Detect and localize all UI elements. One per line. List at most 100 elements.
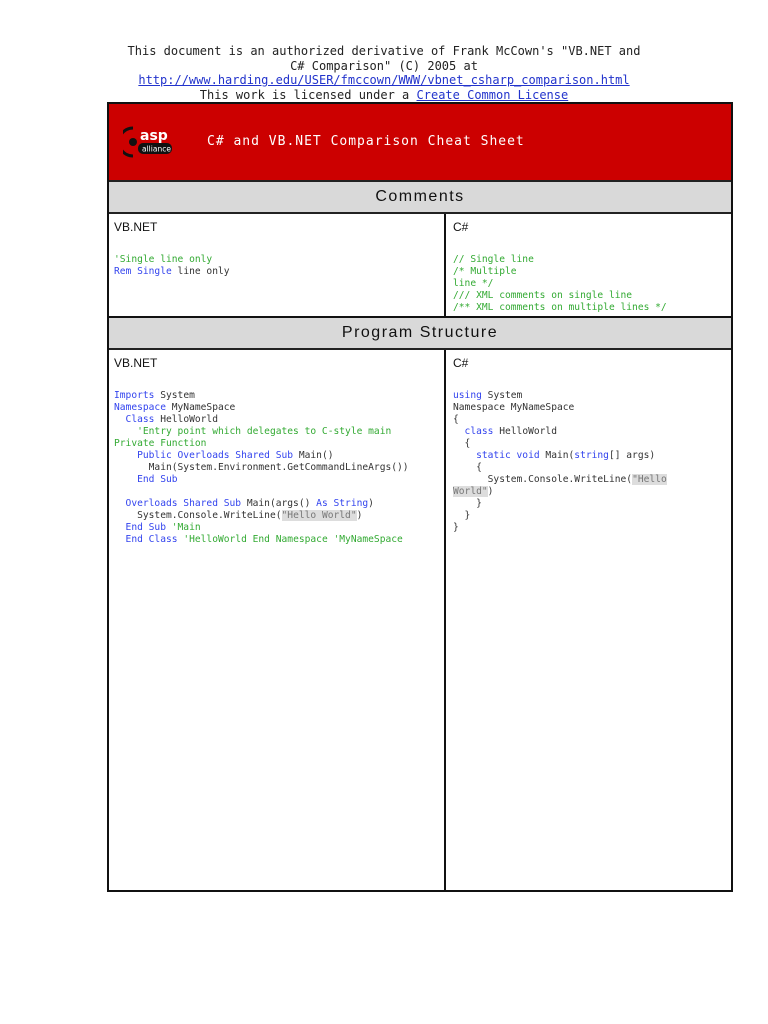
code-token: } (453, 498, 482, 509)
code-token: System (481, 390, 523, 401)
attribution-line-1: This document is an authorized derivativ… (127, 44, 641, 58)
code-line: class HelloWorld (453, 426, 726, 438)
code-line: Namespace MyNameSpace (114, 402, 439, 414)
code-token: ) (356, 510, 363, 521)
code-block: 'Single line only Rem Single line only (114, 254, 439, 278)
language-label: C# (453, 220, 469, 234)
code-line: End Sub 'Main (114, 522, 439, 534)
code-token: Public Overloads Shared Sub (114, 450, 294, 461)
code-token: class (453, 426, 494, 437)
code-line: Public Overloads Shared Sub Main() (114, 450, 439, 462)
language-label: C# (453, 356, 469, 370)
code-token: ) (368, 498, 374, 509)
code-token: 'Single line only (114, 254, 213, 265)
code-token: /* Multiple (453, 266, 517, 277)
code-token: As String (316, 498, 369, 509)
code-token: 'Main (165, 522, 201, 533)
attribution-line-2: C# Comparison" (C) 2005 at (290, 58, 478, 73)
code-line: /** XML comments on multiple lines */ (453, 302, 726, 314)
code-token: "Hello World" (281, 510, 357, 521)
code-line: World") (453, 486, 726, 498)
code-token: // Single line (453, 254, 534, 265)
code-token: End Sub (114, 522, 166, 533)
code-line: Private Function (114, 438, 439, 450)
code-line: Rem Single line only (114, 266, 439, 278)
license-link[interactable]: Create Common License (417, 88, 569, 102)
code-line: line */ (453, 278, 726, 290)
source-link[interactable]: http://www.harding.edu/USER/fmccown/WWW/… (138, 73, 629, 87)
code-line: Namespace MyNameSpace (453, 402, 726, 414)
banner: asp alliance C# and VB.NET Comparison Ch… (109, 104, 731, 182)
code-token: Private Function (114, 438, 207, 449)
code-token: Overloads Shared Sub (114, 498, 242, 509)
code-token: Namespace (114, 402, 166, 413)
code-line: Main(System.Environment.GetCommandLineAr… (114, 462, 439, 474)
code-token: World" (453, 486, 488, 497)
code-token: Main(System.Environment.GetCommandLineAr… (114, 462, 409, 473)
code-token: HelloWorld (154, 414, 218, 425)
code-line: static void Main(string[] args) (453, 450, 726, 462)
code-token: } (453, 522, 459, 533)
comments-csharp-cell: C# // Single line/* Multiple line *//// X… (448, 214, 731, 318)
code-line: System.Console.WriteLine("Hello (453, 474, 726, 486)
code-token: System.Console.WriteLine( (453, 474, 633, 485)
structure-csharp-cell: C# using System Namespace MyNameSpace{ cl… (448, 350, 731, 890)
code-token: Main() (293, 450, 334, 461)
structure-vbnet-cell: VB.NET Imports System Namespace MyNameSpa… (109, 350, 446, 890)
code-token: System.Console.WriteLine( (114, 510, 282, 521)
code-token: static void (453, 450, 540, 461)
code-line: End Sub (114, 474, 439, 486)
code-token: Main( (539, 450, 575, 461)
code-line: } (453, 498, 726, 510)
code-token: HelloWorld (493, 426, 557, 437)
code-token: string (574, 450, 609, 461)
document-attribution: This document is an authorized derivativ… (0, 44, 768, 102)
code-line: /// XML comments on single line (453, 290, 726, 302)
code-line: } (453, 510, 726, 522)
code-block: // Single line/* Multiple line *//// XML … (453, 254, 726, 314)
code-token: "Hello (632, 474, 667, 485)
code-token: line */ (453, 278, 494, 289)
code-line: { (453, 438, 726, 450)
code-token: Namespace MyNameSpace (453, 402, 575, 413)
code-token: using (453, 390, 482, 401)
comments-vbnet-cell: VB.NET 'Single line only Rem Single line … (109, 214, 446, 318)
code-block: Imports System Namespace MyNameSpace Clas… (114, 390, 439, 546)
code-token: { (453, 438, 471, 449)
code-line: // Single line (453, 254, 726, 266)
language-label: VB.NET (114, 356, 158, 370)
code-token: Main(args() (241, 498, 317, 509)
code-token: 'Entry point which delegates to C-style … (114, 426, 392, 437)
code-token: { (453, 462, 482, 473)
code-token: [] args) (608, 450, 656, 461)
code-token: End Class (114, 534, 178, 545)
code-line: 'Single line only (114, 254, 439, 266)
code-token: System (154, 390, 195, 401)
code-token: End Sub (114, 474, 178, 485)
code-token: Imports (114, 390, 155, 401)
code-token: line only (171, 266, 230, 277)
code-token: MyNameSpace (165, 402, 236, 413)
code-token: { (453, 414, 459, 425)
code-line: End Class 'HelloWorld End Namespace 'MyN… (114, 534, 439, 546)
code-token: Class (114, 414, 155, 425)
code-line: Overloads Shared Sub Main(args() As Stri… (114, 498, 439, 510)
code-token: } (453, 510, 471, 521)
code-token: 'HelloWorld End Namespace 'MyNameSpace (177, 534, 403, 545)
code-line: { (453, 414, 726, 426)
code-line: { (453, 462, 726, 474)
cheat-sheet-table: asp alliance C# and VB.NET Comparison Ch… (107, 102, 733, 892)
code-line: Class HelloWorld (114, 414, 439, 426)
asp-alliance-logo: asp alliance (123, 126, 172, 158)
code-line: using System (453, 390, 726, 402)
code-token: /// XML comments on single line (453, 290, 633, 301)
code-block: using System Namespace MyNameSpace{ class… (453, 390, 726, 534)
svg-text:asp: asp (140, 128, 168, 144)
svg-text:alliance: alliance (142, 145, 171, 154)
code-token: Rem Single (114, 266, 172, 277)
license-text: This work is licensed under a (199, 87, 417, 102)
code-token: /** XML comments on multiple lines */ (453, 302, 667, 313)
code-line: Imports System (114, 390, 439, 402)
section-header-program-structure: Program Structure (109, 318, 731, 350)
code-line: } (453, 522, 726, 534)
